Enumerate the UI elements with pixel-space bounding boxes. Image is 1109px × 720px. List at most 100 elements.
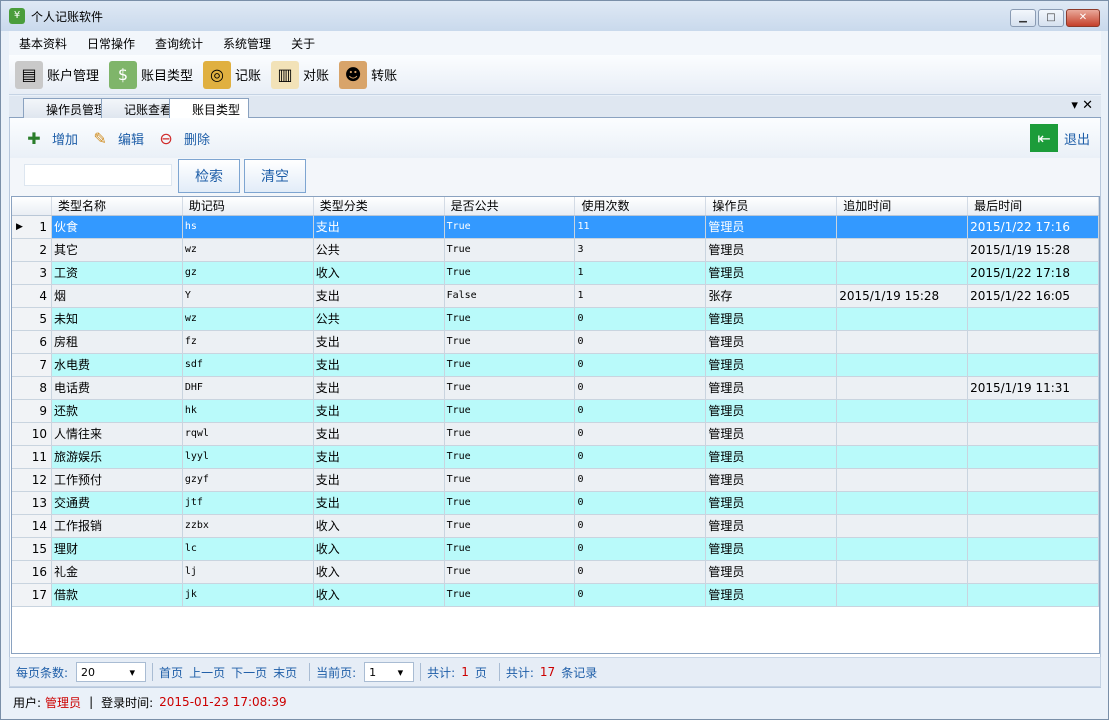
main-toolbar: ▤ 账户管理 $ 账目类型 ◎ 记账 ▥ 对账 ☻ 转账 bbox=[9, 55, 1101, 95]
column-header[interactable]: 操作员 bbox=[706, 197, 838, 215]
maximize-button[interactable]: □ bbox=[1038, 9, 1064, 27]
exit-button[interactable]: ⇤ 退出 bbox=[1029, 124, 1090, 152]
row-number: 10 bbox=[31, 427, 47, 441]
status-bar: 用户: 管理员 | 登录时间: 2015-01-23 17:08:39 bbox=[9, 691, 1101, 713]
delete-label: 删除 bbox=[184, 132, 211, 148]
pager-bar: 每页条数: 20 ▾ 首页 上一页 下一页 末页 当前页: 1 ▾ 共计: 1 页 … bbox=[9, 657, 1101, 687]
table-row[interactable]: 10 人情往来 rqwl 支出 True 0 管理员 bbox=[12, 423, 1099, 446]
grid-body: ▶ 1 伙食 hs 支出 True 11 管理员 2015/1/22 17:16 2 其它 wz 公共 T… bbox=[12, 216, 1099, 607]
column-header[interactable]: 类型分类 bbox=[314, 197, 445, 215]
last-page-link[interactable]: 末页 bbox=[273, 664, 297, 681]
menu-system[interactable]: 系统管理 bbox=[213, 35, 281, 52]
row-header: 5 bbox=[12, 308, 52, 330]
table-row[interactable]: 8 电话费 DHF 支出 True 0 管理员 2015/1/19 11:31 bbox=[12, 377, 1099, 400]
table-cell: jtf bbox=[182, 492, 314, 514]
table-row[interactable]: 9 还款 hk 支出 True 0 管理员 bbox=[12, 400, 1099, 423]
minimize-button[interactable]: ▁ bbox=[1010, 9, 1036, 27]
table-row[interactable]: ▶ 1 伙食 hs 支出 True 11 管理员 2015/1/22 17:16 bbox=[12, 216, 1099, 239]
table-cell: 礼金 bbox=[51, 561, 183, 583]
menu-basic-data[interactable]: 基本资料 bbox=[9, 35, 77, 52]
table-row[interactable]: 6 房租 fz 支出 True 0 管理员 bbox=[12, 331, 1099, 354]
column-header[interactable]: 是否公共 bbox=[445, 197, 576, 215]
table-cell: True bbox=[444, 262, 576, 284]
table-cell: 张存 bbox=[706, 285, 838, 307]
first-page-link[interactable]: 首页 bbox=[159, 664, 183, 681]
table-cell: 0 bbox=[575, 400, 707, 422]
tab-close-icon[interactable]: ✕ bbox=[1082, 98, 1093, 113]
table-row[interactable]: 15 理财 lc 收入 True 0 管理员 bbox=[12, 538, 1099, 561]
per-page-select[interactable]: 20 ▾ bbox=[76, 662, 147, 682]
add-button[interactable]: ✚ 增加 bbox=[20, 124, 78, 152]
reconcile-button[interactable]: ▥ 对账 bbox=[271, 60, 329, 89]
table-cell: 房租 bbox=[51, 331, 183, 353]
menu-daily-ops[interactable]: 日常操作 bbox=[77, 35, 145, 52]
bookkeeping-button[interactable]: ◎ 记账 bbox=[203, 60, 262, 89]
clear-button[interactable]: 清空 bbox=[244, 159, 306, 193]
table-cell bbox=[837, 584, 969, 606]
search-button[interactable]: 检索 bbox=[178, 159, 240, 193]
search-row: 检索 清空 bbox=[10, 158, 1100, 196]
tab-account-type[interactable]: 账目类型 bbox=[169, 98, 250, 119]
table-cell: 管理员 bbox=[706, 331, 838, 353]
close-button[interactable]: ✕ bbox=[1066, 9, 1100, 27]
bookkeeping-label: 记账 bbox=[235, 69, 262, 84]
table-row[interactable]: 7 水电费 sdf 支出 True 0 管理员 bbox=[12, 354, 1099, 377]
column-header[interactable]: 助记码 bbox=[183, 197, 314, 215]
app-window: ¥ 个人记账软件 ▁ □ ✕ 基本资料 日常操作 查询统计 系统管理 关于 ▤ … bbox=[0, 0, 1109, 720]
status-separator: | bbox=[89, 695, 94, 709]
column-header[interactable]: 追加时间 bbox=[837, 197, 969, 215]
table-row[interactable]: 11 旅游娱乐 lyyl 支出 True 0 管理员 bbox=[12, 446, 1099, 469]
table-cell: 11 bbox=[575, 216, 707, 238]
table-cell: 收入 bbox=[313, 262, 445, 284]
table-cell: 1 bbox=[575, 285, 707, 307]
table-cell: hs bbox=[182, 216, 314, 238]
table-cell: True bbox=[444, 492, 576, 514]
menu-about[interactable]: 关于 bbox=[281, 35, 325, 52]
row-header: 9 bbox=[12, 400, 52, 422]
column-header[interactable]: 类型名称 bbox=[52, 197, 183, 215]
user-label: 用户: bbox=[13, 695, 42, 710]
next-page-link[interactable]: 下一页 bbox=[231, 664, 267, 681]
table-cell: 2015/1/19 15:28 bbox=[837, 285, 969, 307]
delete-button[interactable]: ⊖ 删除 bbox=[152, 124, 210, 152]
search-input[interactable] bbox=[24, 164, 172, 186]
table-cell bbox=[968, 423, 1099, 445]
coins-icon: ◎ bbox=[203, 60, 232, 89]
menu-query-stats[interactable]: 查询统计 bbox=[145, 35, 213, 52]
table-row[interactable]: 5 未知 wz 公共 True 0 管理员 bbox=[12, 308, 1099, 331]
row-number: 3 bbox=[39, 266, 47, 280]
table-cell: wz bbox=[182, 308, 314, 330]
table-row[interactable]: 4 烟 Y 支出 False 1 张存 2015/1/19 15:28 2015/1/22 16… bbox=[12, 285, 1099, 308]
table-cell: 0 bbox=[575, 584, 707, 606]
table-row[interactable]: 16 礼金 lj 收入 True 0 管理员 bbox=[12, 561, 1099, 584]
table-cell: 收入 bbox=[313, 515, 445, 537]
account-manage-button[interactable]: ▤ 账户管理 bbox=[15, 60, 99, 89]
table-cell: 管理员 bbox=[706, 400, 838, 422]
table-cell bbox=[837, 308, 969, 330]
table-row[interactable]: 3 工资 gz 收入 True 1 管理员 2015/1/22 17:18 bbox=[12, 262, 1099, 285]
row-header: 14 bbox=[12, 515, 52, 537]
per-page-label: 每页条数: bbox=[16, 665, 69, 680]
table-row[interactable]: 13 交通费 jtf 支出 True 0 管理员 bbox=[12, 492, 1099, 515]
transfer-button[interactable]: ☻ 转账 bbox=[339, 60, 397, 89]
tab-dropdown-icon[interactable]: ▾ bbox=[1071, 98, 1078, 113]
table-row[interactable]: 12 工作预付 gzyf 支出 True 0 管理员 bbox=[12, 469, 1099, 492]
column-header[interactable]: 使用次数 bbox=[575, 197, 707, 215]
account-type-label: 账目类型 bbox=[141, 69, 194, 84]
table-row[interactable]: 2 其它 wz 公共 True 3 管理员 2015/1/19 15:28 bbox=[12, 239, 1099, 262]
column-header[interactable]: 最后时间 bbox=[968, 197, 1099, 215]
current-page-select[interactable]: 1 ▾ bbox=[364, 662, 415, 682]
table-cell: 收入 bbox=[313, 584, 445, 606]
prev-page-link[interactable]: 上一页 bbox=[189, 664, 225, 681]
row-number: 14 bbox=[31, 519, 47, 533]
row-header: ▶ 1 bbox=[12, 216, 52, 238]
account-type-button[interactable]: $ 账目类型 bbox=[109, 60, 194, 89]
row-number: 16 bbox=[31, 565, 47, 579]
table-cell: 2015/1/19 15:28 bbox=[968, 239, 1099, 261]
table-row[interactable]: 17 借款 jk 收入 True 0 管理员 bbox=[12, 584, 1099, 607]
table-row[interactable]: 14 工作报销 zzbx 收入 True 0 管理员 bbox=[12, 515, 1099, 538]
row-header: 7 bbox=[12, 354, 52, 376]
row-header: 16 bbox=[12, 561, 52, 583]
edit-button[interactable]: ✎ 编辑 bbox=[86, 124, 144, 152]
table-cell: True bbox=[444, 538, 576, 560]
